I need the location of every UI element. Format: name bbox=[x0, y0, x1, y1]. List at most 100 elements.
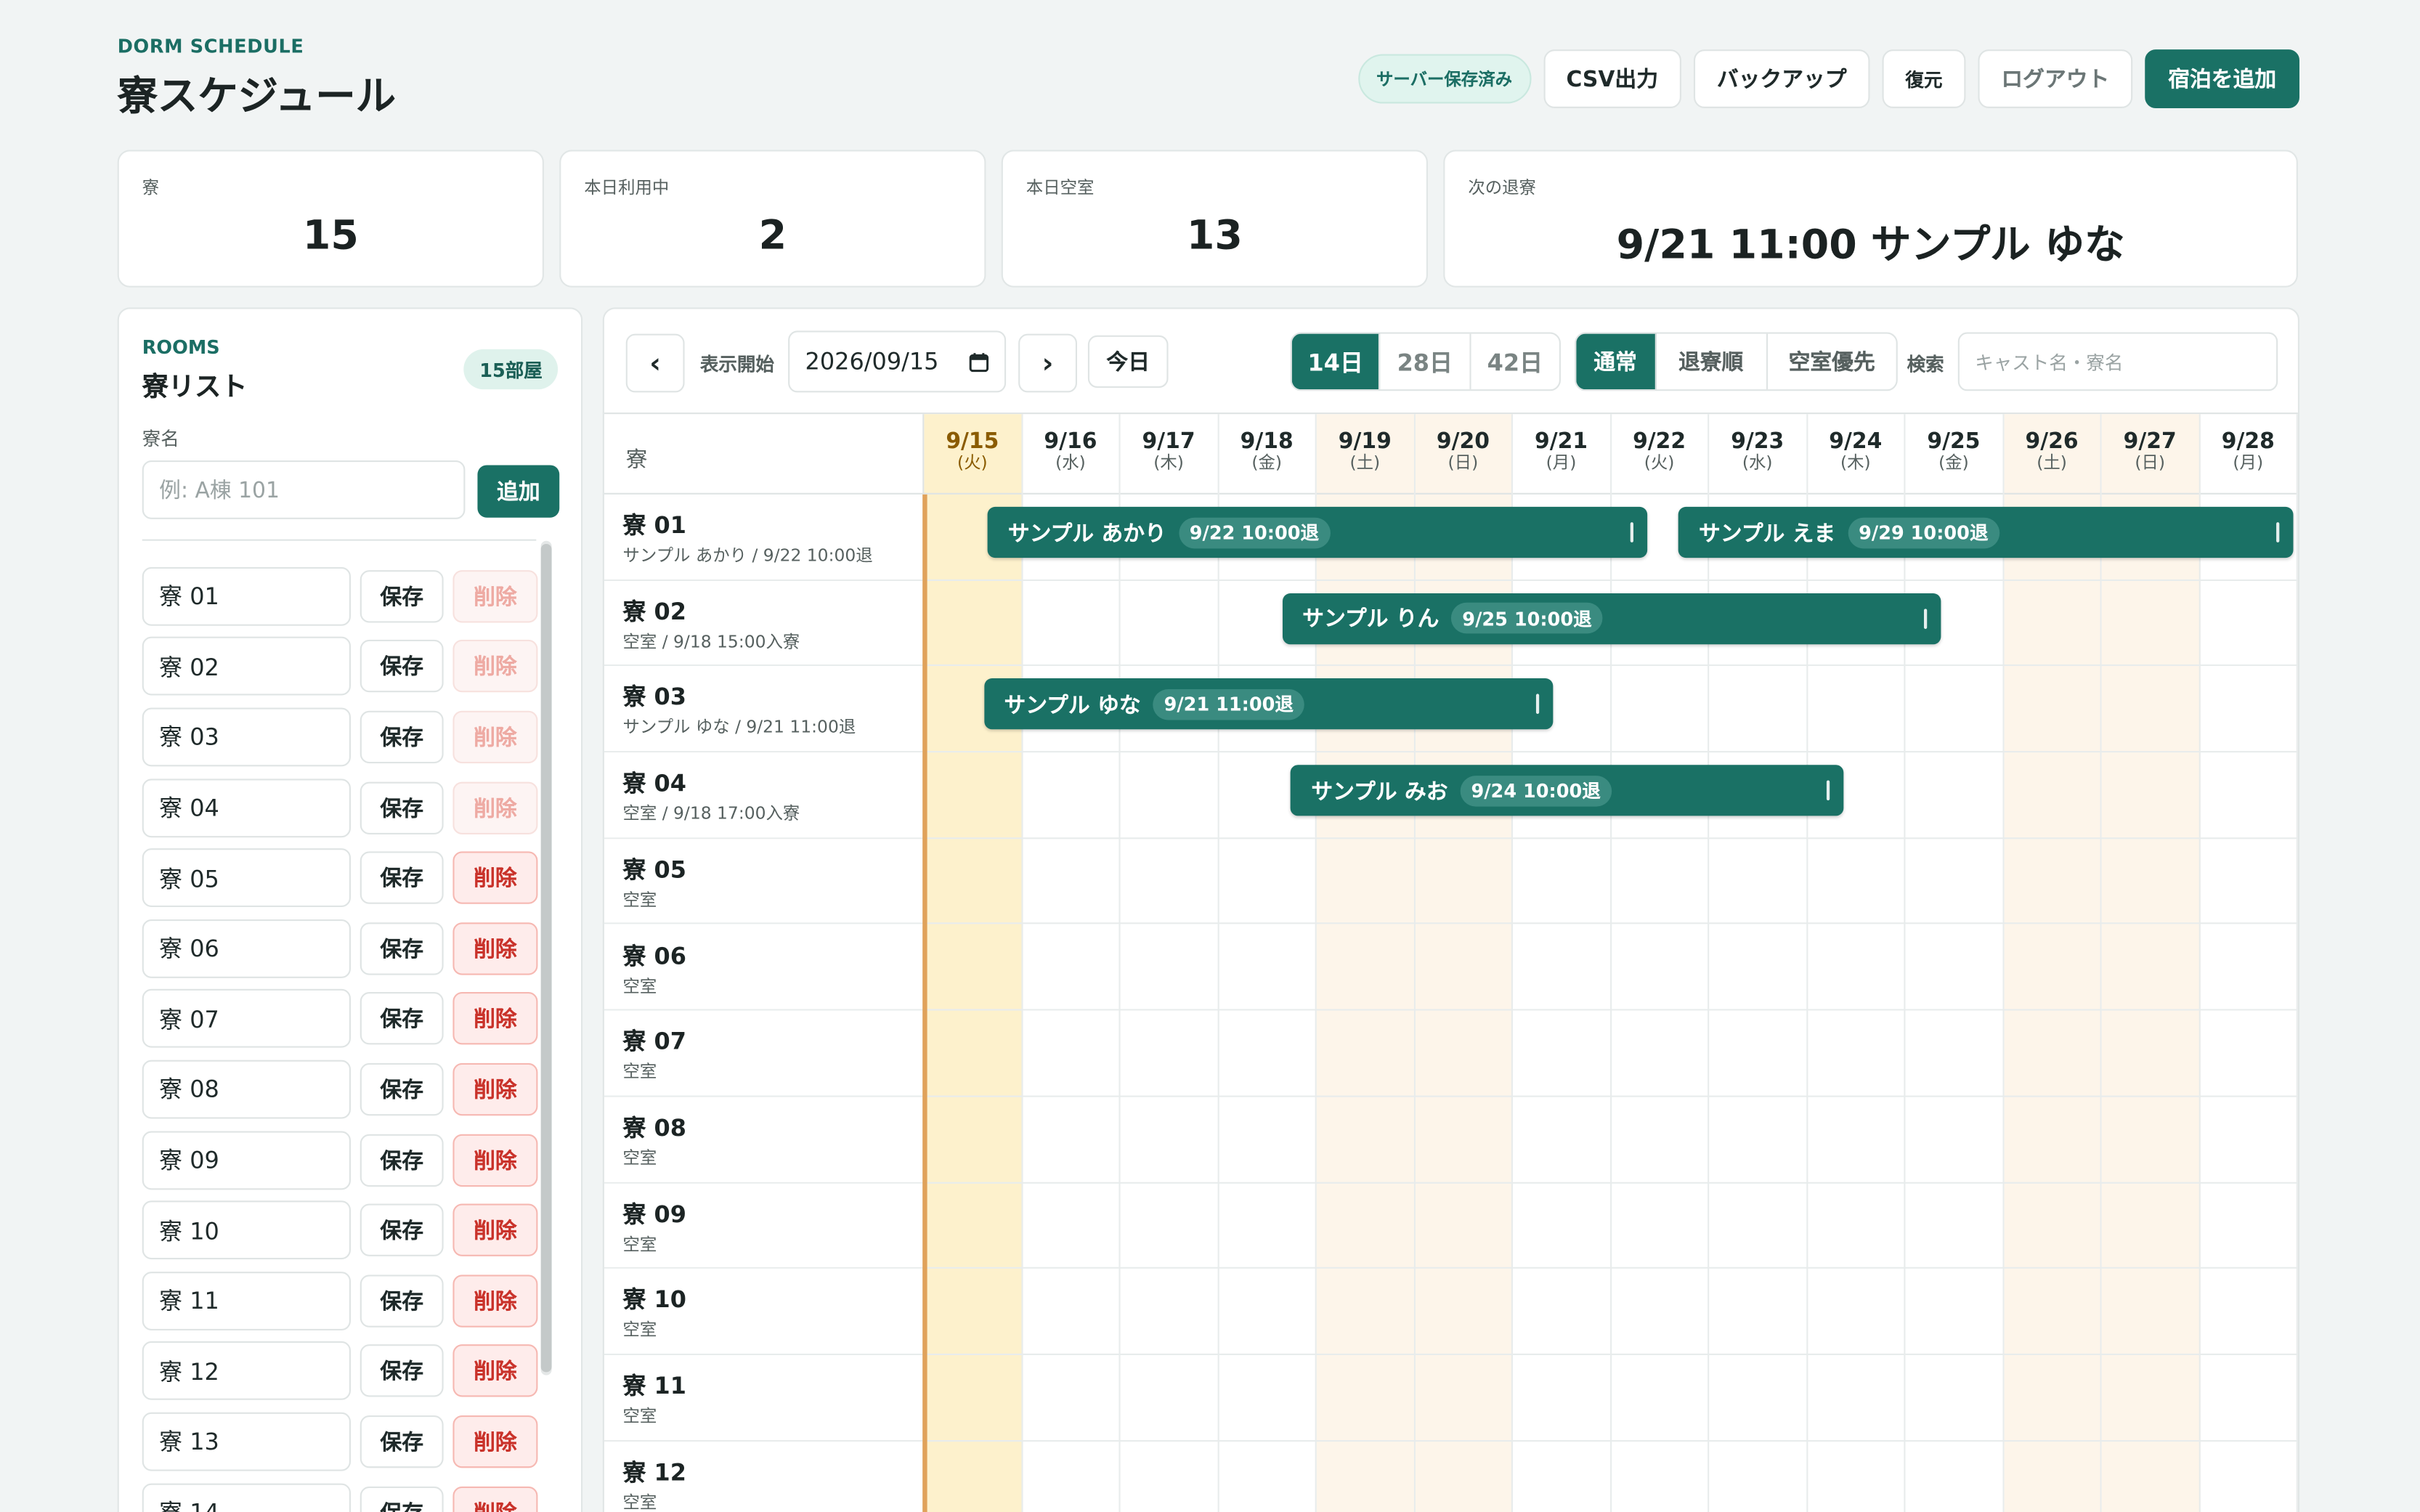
room-name: 寮 11 bbox=[622, 1372, 686, 1400]
scrollbar-thumb[interactable] bbox=[540, 543, 552, 1373]
room-name-field[interactable]: 寮 06 bbox=[142, 919, 351, 978]
room-name-field[interactable]: 寮 02 bbox=[142, 637, 351, 696]
day-header: 9/21 (月) bbox=[1513, 414, 1609, 495]
restore-button[interactable]: 復元 bbox=[1882, 49, 1966, 108]
room-name: 寮 01 bbox=[622, 511, 686, 540]
room-cell[interactable]: 寮 08 空室 bbox=[604, 1097, 925, 1182]
room-cell[interactable]: 寮 12 空室 bbox=[604, 1441, 925, 1512]
save-room-button[interactable]: 保存 bbox=[360, 781, 444, 834]
room-name-field[interactable]: 寮 14 bbox=[142, 1482, 351, 1512]
resize-handle[interactable] bbox=[1925, 608, 1928, 629]
delete-room-button[interactable]: 削除 bbox=[452, 1133, 538, 1187]
save-room-button[interactable]: 保存 bbox=[360, 1344, 444, 1398]
save-room-button[interactable]: 保存 bbox=[360, 1133, 444, 1187]
start-date-label: 表示開始 bbox=[699, 354, 775, 376]
backup-button[interactable]: バックアップ bbox=[1693, 49, 1870, 108]
delete-room-button[interactable]: 削除 bbox=[452, 1203, 538, 1257]
save-room-button[interactable]: 保存 bbox=[360, 640, 444, 694]
delete-room-button[interactable]: 削除 bbox=[452, 1415, 538, 1468]
resize-handle[interactable] bbox=[2277, 522, 2281, 542]
room-name-field[interactable]: 寮 13 bbox=[142, 1412, 351, 1471]
save-room-button[interactable]: 保存 bbox=[360, 1415, 444, 1468]
resize-handle[interactable] bbox=[1630, 522, 1633, 542]
range-option[interactable]: 42日 bbox=[1471, 334, 1559, 390]
room-name-field[interactable]: 寮 04 bbox=[142, 778, 351, 837]
day-weekday: (土) bbox=[2037, 452, 2067, 473]
delete-room-button[interactable]: 削除 bbox=[452, 1062, 538, 1116]
booking-bar[interactable]: サンプル えま 9/29 10:00退 bbox=[1678, 506, 2294, 558]
room-name-field[interactable]: 寮 12 bbox=[142, 1341, 351, 1401]
sort-mode-option[interactable]: 空室優先 bbox=[1768, 334, 1896, 390]
resize-handle[interactable] bbox=[1826, 780, 1830, 801]
room-cell[interactable]: 寮 01 サンプル あかり / 9/22 10:00退 bbox=[604, 494, 925, 580]
room-name: 寮 10 bbox=[622, 1285, 686, 1314]
prev-period-button[interactable]: ‹ bbox=[625, 333, 685, 393]
delete-room-button[interactable]: 削除 bbox=[452, 1274, 538, 1328]
schedule-row: 寮 12 空室 bbox=[604, 1441, 2298, 1512]
room-cell[interactable]: 寮 02 空室 / 9/18 15:00入寮 bbox=[604, 580, 925, 665]
delete-room-button[interactable]: 削除 bbox=[452, 922, 538, 975]
booking-bar[interactable]: サンプル あかり 9/22 10:00退 bbox=[988, 506, 1648, 558]
day-header: 9/17 (木) bbox=[1120, 414, 1217, 495]
delete-room-button[interactable]: 削除 bbox=[452, 851, 538, 905]
booking-bar[interactable]: サンプル りん 9/25 10:00退 bbox=[1282, 593, 1942, 644]
save-room-button[interactable]: 保存 bbox=[360, 992, 444, 1046]
day-date: 9/28 bbox=[2221, 429, 2275, 455]
room-cell[interactable]: 寮 07 空室 bbox=[604, 1010, 925, 1096]
csv-export-button[interactable]: CSV出力 bbox=[1543, 49, 1681, 108]
delete-room-button[interactable]: 削除 bbox=[452, 1344, 538, 1398]
save-room-button[interactable]: 保存 bbox=[360, 710, 444, 764]
range-option[interactable]: 14日 bbox=[1291, 333, 1381, 390]
sort-mode-option[interactable]: 通常 bbox=[1576, 333, 1656, 390]
logout-button[interactable]: ログアウト bbox=[1978, 49, 2133, 108]
room-name-field[interactable]: 寮 08 bbox=[142, 1060, 351, 1119]
room-count-badge: 15部屋 bbox=[463, 349, 559, 390]
range-option[interactable]: 28日 bbox=[1381, 333, 1471, 390]
room-cell[interactable]: 寮 10 空室 bbox=[604, 1269, 925, 1354]
room-status: 空室 bbox=[622, 1234, 657, 1254]
save-room-button[interactable]: 保存 bbox=[360, 922, 444, 975]
room-cell[interactable]: 寮 09 空室 bbox=[604, 1182, 925, 1268]
booking-checkout-tag: 9/21 11:00退 bbox=[1153, 688, 1304, 720]
schedule-row: 寮 08 空室 bbox=[604, 1097, 2298, 1183]
start-date-input[interactable]: 2026/09/15 bbox=[788, 330, 1007, 393]
save-room-button[interactable]: 保存 bbox=[360, 569, 444, 623]
search-input[interactable]: キャスト名・寮名 bbox=[1957, 332, 2278, 391]
save-room-button[interactable]: 保存 bbox=[360, 1203, 444, 1257]
schedule-panel: ‹ 表示開始 2026/09/15 › 今日 14日 28日 42日 通常 退寮順 空室… bbox=[602, 307, 2300, 1512]
next-period-button[interactable]: › bbox=[1018, 333, 1078, 393]
day-header: 9/23 (水) bbox=[1709, 414, 1806, 495]
room-name-field[interactable]: 寮 03 bbox=[142, 707, 351, 767]
save-room-button[interactable]: 保存 bbox=[360, 1485, 444, 1512]
delete-room-button[interactable]: 削除 bbox=[452, 1485, 538, 1512]
saved-status-badge: サーバー保存済み bbox=[1357, 54, 1531, 104]
stat-label: 本日空室 bbox=[1026, 177, 1095, 198]
booking-bar[interactable]: サンプル ゆな 9/21 11:00退 bbox=[983, 678, 1554, 731]
resize-handle[interactable] bbox=[1536, 694, 1540, 715]
save-room-button[interactable]: 保存 bbox=[360, 1062, 444, 1116]
delete-room-button[interactable]: 削除 bbox=[452, 992, 538, 1046]
room-name-field[interactable]: 寮 05 bbox=[142, 848, 351, 908]
room-cell[interactable]: 寮 04 空室 / 9/18 17:00入寮 bbox=[604, 752, 925, 837]
sort-mode-option[interactable]: 退寮順 bbox=[1656, 333, 1768, 390]
today-button[interactable]: 今日 bbox=[1087, 335, 1169, 389]
room-cell[interactable]: 寮 11 空室 bbox=[604, 1354, 925, 1440]
room-name-field[interactable]: 寮 09 bbox=[142, 1130, 351, 1190]
room-cell[interactable]: 寮 06 空室 bbox=[604, 924, 925, 1009]
add-stay-button[interactable]: 宿泊を追加 bbox=[2145, 49, 2300, 108]
room-name-field[interactable]: 寮 07 bbox=[142, 989, 351, 1049]
save-room-button[interactable]: 保存 bbox=[360, 851, 444, 905]
room-name-input[interactable]: 例: A棟 101 bbox=[142, 460, 466, 519]
room-name-field[interactable]: 寮 10 bbox=[142, 1200, 351, 1260]
room-cell[interactable]: 寮 03 サンプル ゆな / 9/21 11:00退 bbox=[604, 666, 925, 752]
add-room-button[interactable]: 追加 bbox=[477, 465, 560, 518]
booking-guest-name: サンプル みお bbox=[1311, 779, 1448, 805]
booking-bar[interactable]: サンプル みお 9/24 10:00退 bbox=[1291, 765, 1844, 816]
booking-guest-name: サンプル あかり bbox=[1007, 521, 1166, 547]
room-name-field[interactable]: 寮 11 bbox=[142, 1271, 351, 1330]
room-list-scrollbar[interactable] bbox=[540, 540, 552, 1375]
save-room-button[interactable]: 保存 bbox=[360, 1274, 444, 1328]
room-name-field[interactable]: 寮 01 bbox=[142, 566, 351, 626]
room-cell[interactable]: 寮 05 空室 bbox=[604, 838, 925, 924]
schedule-row: 寮 06 空室 bbox=[604, 924, 2298, 1011]
